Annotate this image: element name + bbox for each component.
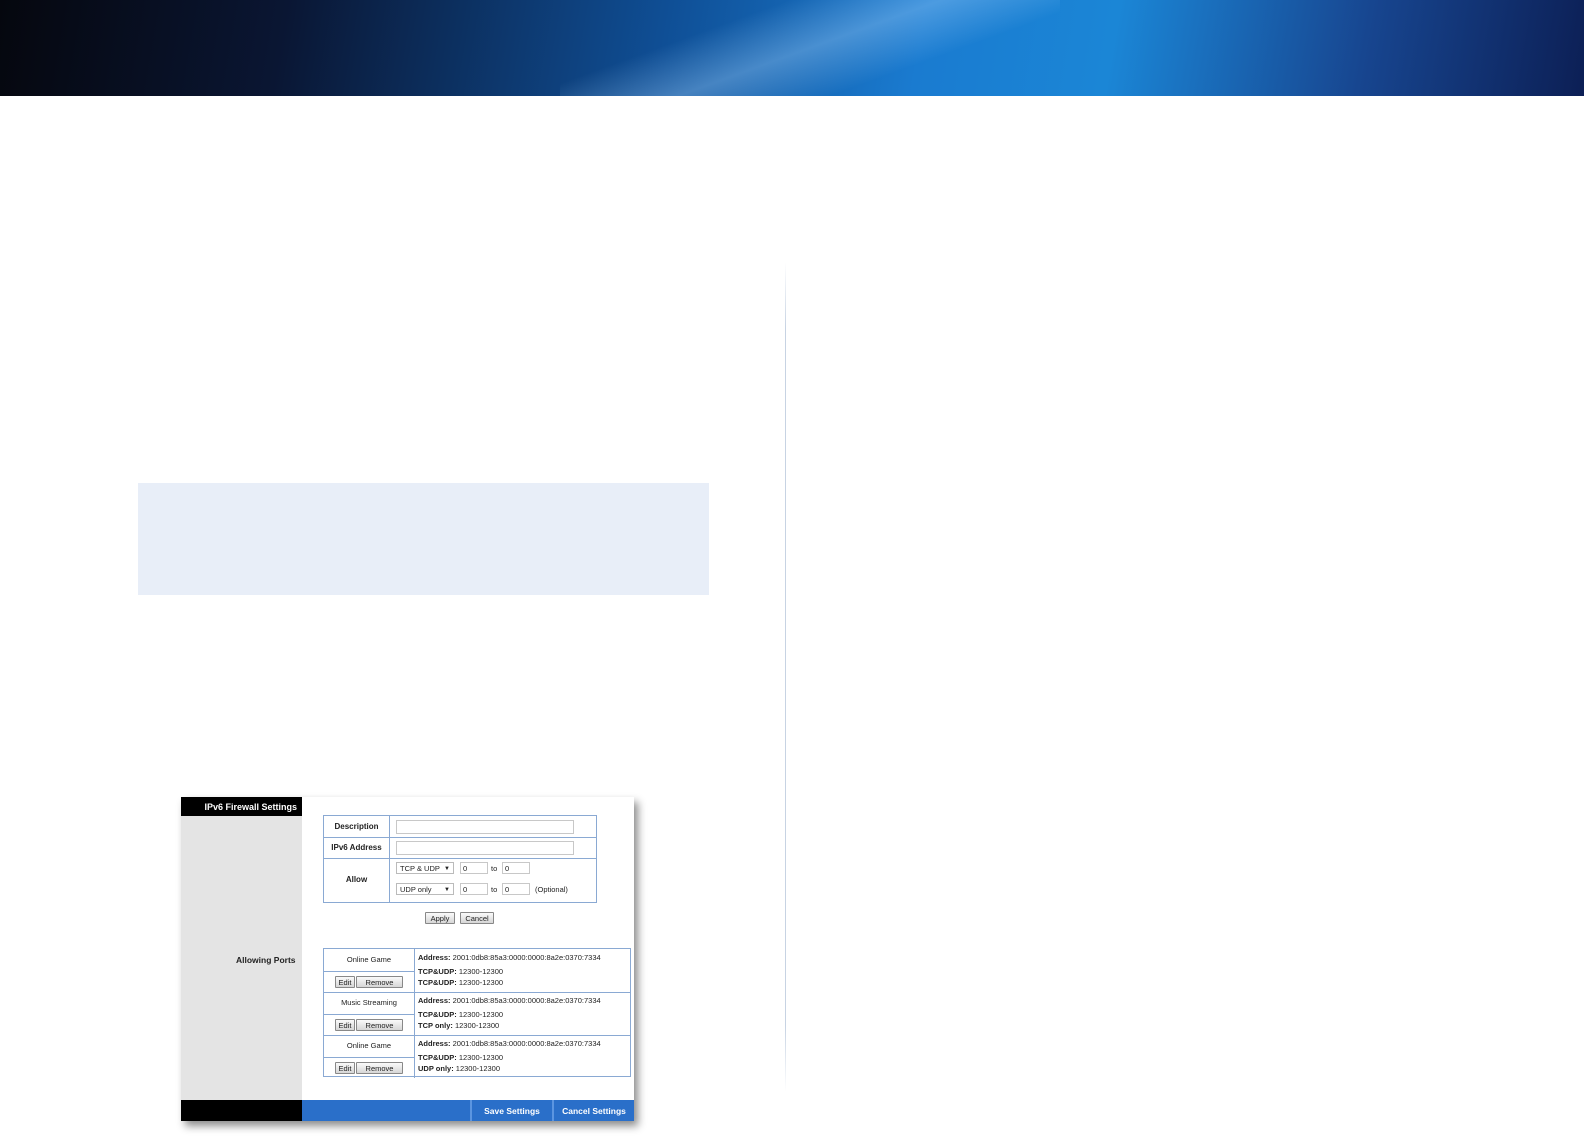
allow-label: Allow <box>324 858 390 902</box>
apply-button[interactable]: Apply <box>425 912 455 924</box>
edit-button[interactable]: Edit <box>335 1062 355 1074</box>
port-entry-details: Address: 2001:0db8:85a3:0000:0000:8a2e:0… <box>418 952 601 988</box>
port-rule-form: Description IPv6 Address Allow TCP & UDP… <box>323 815 597 903</box>
to-text-2: to <box>491 885 498 894</box>
protocol-select-2[interactable]: UDP only ▼ <box>396 883 454 895</box>
sidebar-footer <box>181 1100 302 1121</box>
protocol-select-1-value: TCP & UDP <box>400 864 440 873</box>
remove-button[interactable]: Remove <box>356 1019 403 1031</box>
port-range: 12300-12300 <box>458 1053 504 1062</box>
cancel-button[interactable]: Cancel <box>460 912 494 924</box>
chevron-down-icon: ▼ <box>444 887 450 893</box>
port-entry-details: Address: 2001:0db8:85a3:0000:0000:8a2e:0… <box>418 995 601 1031</box>
protocol-select-2-value: UDP only <box>400 885 432 894</box>
edit-button[interactable]: Edit <box>335 1019 355 1031</box>
description-label: Description <box>324 816 390 837</box>
remove-button[interactable]: Remove <box>356 1062 403 1074</box>
note-box <box>138 483 709 595</box>
port-entry-name-cell: Online Game Edit Remove <box>324 1035 415 1078</box>
banner-light-streak <box>560 0 1060 96</box>
port-range: 12300-12300 <box>458 1010 504 1019</box>
ipv6-firewall-screenshot: IPv6 Firewall Settings Allowing Ports De… <box>181 797 634 1121</box>
port-entry-name: Music Streaming <box>324 992 414 1015</box>
protocol-label: TCP&UDP: <box>418 1010 457 1019</box>
port-entry-details: Address: 2001:0db8:85a3:0000:0000:8a2e:0… <box>418 1038 601 1074</box>
address-label: Address: <box>418 996 451 1005</box>
allowed-ports-list: Online Game Edit Remove Address: 2001:0d… <box>323 948 631 1078</box>
protocol-label: UDP only: <box>418 1064 454 1073</box>
column-divider <box>785 262 786 1092</box>
port-range: 12300-12300 <box>454 1021 500 1030</box>
port-range: 12300-12300 <box>455 1064 501 1073</box>
address-value: 2001:0db8:85a3:0000:0000:8a2e:0370:7334 <box>452 996 601 1005</box>
description-row: Description <box>324 816 596 838</box>
save-settings-button[interactable]: Save Settings <box>470 1100 552 1121</box>
list-item: Online Game Edit Remove Address: 2001:0d… <box>324 1035 630 1078</box>
cancel-settings-button[interactable]: Cancel Settings <box>552 1100 634 1121</box>
list-item: Online Game Edit Remove Address: 2001:0d… <box>324 949 630 993</box>
port-range: 12300-12300 <box>458 978 504 987</box>
port-from-input-2[interactable]: 0 <box>460 883 488 895</box>
header-banner <box>0 0 1584 96</box>
allowing-ports-label: Allowing Ports <box>236 955 296 965</box>
port-to-input-2[interactable]: 0 <box>502 883 530 895</box>
list-item: Music Streaming Edit Remove Address: 200… <box>324 992 630 1036</box>
address-label: Address: <box>418 953 451 962</box>
description-input[interactable] <box>396 820 574 834</box>
protocol-label: TCP&UDP: <box>418 1053 457 1062</box>
settings-footer-bar: Save Settings Cancel Settings <box>302 1100 634 1121</box>
ipv6-address-row: IPv6 Address <box>324 837 596 859</box>
to-text-1: to <box>491 864 498 873</box>
port-from-input-1[interactable]: 0 <box>460 862 488 874</box>
address-value: 2001:0db8:85a3:0000:0000:8a2e:0370:7334 <box>452 1039 601 1048</box>
address-value: 2001:0db8:85a3:0000:0000:8a2e:0370:7334 <box>452 953 601 962</box>
address-label: Address: <box>418 1039 451 1048</box>
chevron-down-icon: ▼ <box>444 866 450 872</box>
remove-button[interactable]: Remove <box>356 976 403 988</box>
protocol-select-1[interactable]: TCP & UDP ▼ <box>396 862 454 874</box>
optional-text: (Optional) <box>535 885 568 894</box>
port-to-input-1[interactable]: 0 <box>502 862 530 874</box>
port-entry-name-cell: Music Streaming Edit Remove <box>324 992 415 1035</box>
allow-row: Allow TCP & UDP ▼ 0 to 0 UDP only ▼ 0 to… <box>324 858 596 902</box>
protocol-label: TCP&UDP: <box>418 967 457 976</box>
port-range: 12300-12300 <box>458 967 504 976</box>
edit-button[interactable]: Edit <box>335 976 355 988</box>
port-entry-name: Online Game <box>324 1035 414 1058</box>
protocol-label: TCP&UDP: <box>418 978 457 987</box>
port-entry-name: Online Game <box>324 949 414 972</box>
protocol-label: TCP only: <box>418 1021 453 1030</box>
ipv6-address-input[interactable] <box>396 841 574 855</box>
ipv6-address-label: IPv6 Address <box>324 837 390 858</box>
sidebar-title: IPv6 Firewall Settings <box>181 797 302 816</box>
port-entry-name-cell: Online Game Edit Remove <box>324 949 415 992</box>
